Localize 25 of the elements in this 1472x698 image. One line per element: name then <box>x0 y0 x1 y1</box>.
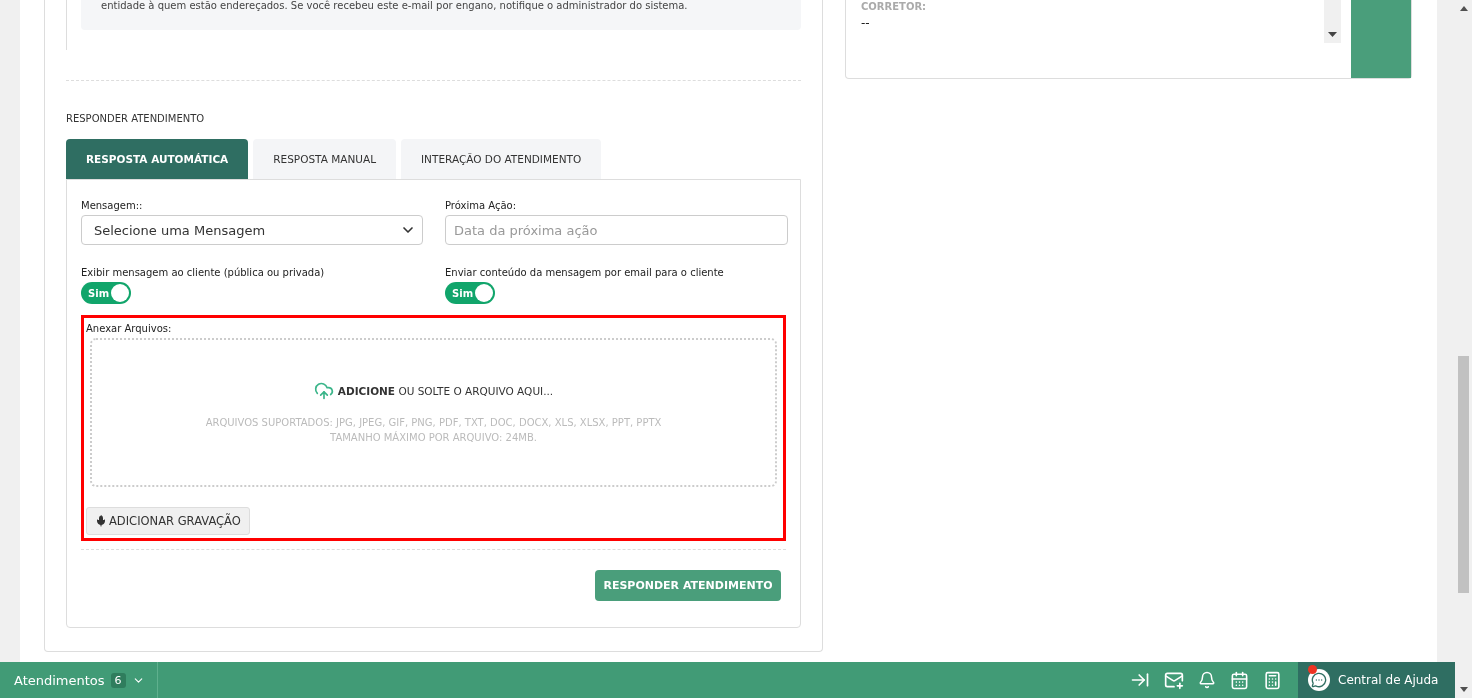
section-title: RESPONDER ATENDIMENTO <box>66 113 206 124</box>
field-label: Mensagem:: <box>81 200 144 211</box>
tab[interactable]: RESPOSTA AUTOMÁTICA <box>66 139 249 179</box>
field-label: Anexar Arquivos: <box>86 323 173 334</box>
count-badge: 6 <box>110 672 126 688</box>
field-label: Próxima Ação: <box>445 200 518 211</box>
date-field[interactable]: Data da próxima ação <box>445 215 788 245</box>
toggle-switch[interactable]: Sim <box>81 282 131 304</box>
tab[interactable]: RESPOSTA MANUAL <box>253 139 396 179</box>
message-select[interactable]: Selecione uma Mensagem <box>81 215 423 245</box>
toggle-switch[interactable]: Sim <box>445 282 495 304</box>
record-button[interactable]: ADICIONAR GRAVAÇÃO <box>86 507 250 535</box>
tab[interactable]: INTERAÇÃO DO ATENDIMENTO <box>401 139 602 179</box>
max-size-text: TAMANHO MÁXIMO POR ARQUIVO: 24MB. <box>330 430 537 445</box>
drop-text: ADICIONE OU SOLTE O ARQUIVO AQUI... <box>337 384 554 397</box>
email-notice: entidade à quem estão endereçados. Se você recebeu este e-mail por engano, notifique o administrador do sistema. <box>81 0 801 30</box>
submit-button[interactable]: RESPONDER ATENDIMENTO <box>595 570 781 601</box>
supported-files-text: ARQUIVOS SUPORTADOS: JPG, JPEG, GIF, PNG, PDF, TXT, DOC, DOCX, XLS, XLSX, PPT, PPTX <box>205 415 662 430</box>
help-button[interactable]: Central de Ajuda <box>1298 662 1455 698</box>
toggle-label: Exibir mensagem ao cliente (pública ou privada) <box>81 267 326 278</box>
field-value: -- <box>861 16 871 30</box>
drop-zone[interactable]: ADICIONE OU SOLTE O ARQUIVO AQUI... ARQUIVOS SUPORTADOS: JPG, JPEG, GIF, PNG, PDF, TXT, DOC, DOCX, XLS, XLSX, PPT, PPTX TAMANHO MÁXIMO POR ARQUIVO: 24MB. <box>90 338 777 487</box>
bar-label[interactable]: Atendimentos <box>14 672 105 688</box>
toggle-label: Enviar conteúdo da mensagem por email para o cliente <box>445 267 725 278</box>
field-label: CORRETOR: <box>861 0 928 14</box>
